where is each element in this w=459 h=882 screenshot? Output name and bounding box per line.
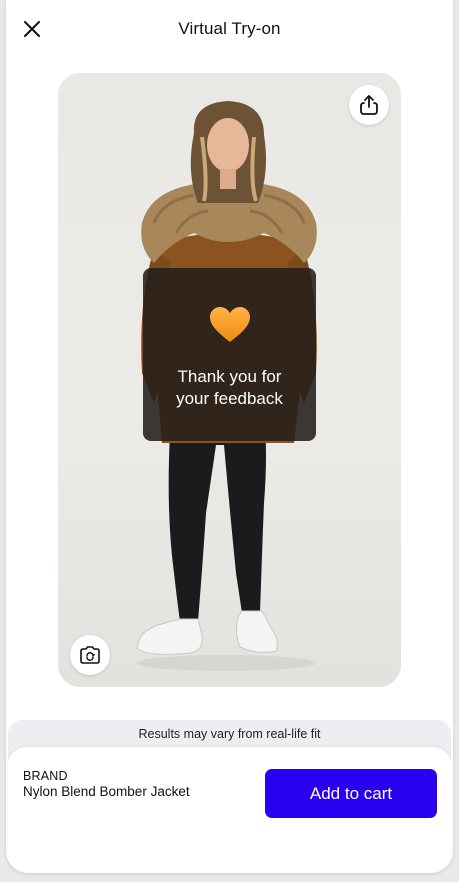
page-title: Virtual Try-on xyxy=(178,19,281,38)
add-to-cart-button[interactable]: Add to cart xyxy=(265,769,437,818)
product-bar: BRAND Nylon Blend Bomber Jacket Add to c… xyxy=(8,747,451,873)
camera-switch-icon xyxy=(80,646,100,664)
top-bar: Virtual Try-on xyxy=(6,0,453,60)
share-icon xyxy=(360,95,378,115)
product-name: Nylon Blend Bomber Jacket xyxy=(23,784,190,799)
try-on-result-image: Thank you for your feedback xyxy=(58,73,401,687)
virtual-try-on-screen: Virtual Try-on Thank you for your feedba… xyxy=(6,0,453,873)
feedback-toast: Thank you for your feedback xyxy=(143,268,316,441)
retake-photo-button[interactable] xyxy=(70,635,110,675)
product-brand: BRAND xyxy=(23,769,68,783)
share-button[interactable] xyxy=(349,85,389,125)
orange-heart-icon xyxy=(209,307,250,342)
feedback-message: Thank you for your feedback xyxy=(176,367,283,408)
